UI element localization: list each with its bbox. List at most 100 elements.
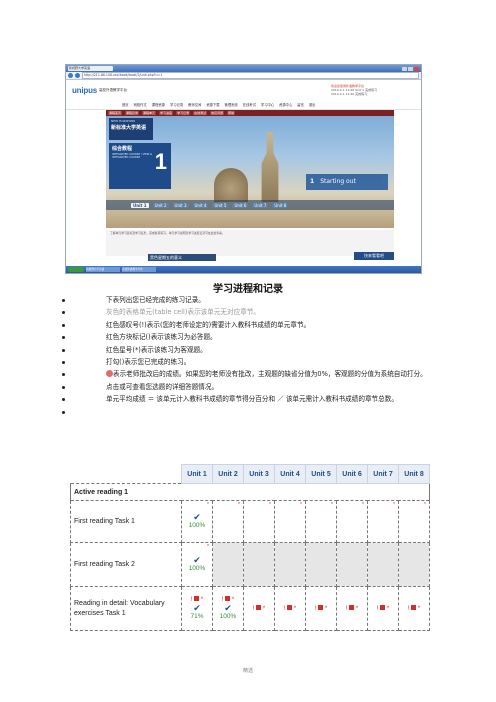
nav-item[interactable]: 首页 (122, 102, 129, 107)
nav-item[interactable]: 学习中心 (261, 102, 274, 107)
course-menu-item[interactable]: 课程单元 (142, 111, 157, 115)
nav-item[interactable]: 留言 (297, 102, 304, 107)
browser-tab[interactable]: 新视野大学英语 (68, 66, 113, 71)
required-square-icon (349, 604, 355, 610)
course-menu-item[interactable]: 帮助 (227, 111, 236, 115)
panel-number: 1 (154, 149, 167, 174)
list-item-text: 红色星号(*)表示该练习为客观题。 (106, 345, 207, 354)
back-icon[interactable] (68, 73, 73, 78)
bullet-icon (62, 336, 65, 340)
progress-table: Unit 1 Unit 2 Unit 3 Unit 4 Unit 5 Unit … (70, 464, 430, 631)
required-flags: ! * (376, 604, 390, 612)
bullet-icon (62, 385, 65, 389)
required-flags: ! * (407, 604, 421, 612)
book-name: 新标准大学英语 (111, 125, 147, 131)
score-percent: 71% (190, 613, 204, 620)
empty-cell (336, 542, 368, 587)
unit-column-header: Unit 3 (243, 464, 275, 484)
start-button[interactable] (68, 267, 84, 272)
bullet-icon (62, 323, 65, 327)
course-menu-item[interactable]: 常见问题 (210, 111, 225, 115)
list-item: 打勾()表示您已完成的练习。 (62, 356, 432, 368)
url-field[interactable]: http://211.86.108.xxx/book/book/2/unit.p… (82, 72, 419, 79)
forward-icon[interactable] (75, 73, 80, 78)
start-box[interactable]: 1 Starting out (306, 174, 388, 190)
check-icon[interactable]: ✔ (182, 513, 212, 522)
taskbar-item[interactable]: 高校外语教学平台 (122, 267, 156, 272)
objective-star-icon: * (207, 502, 209, 508)
progress-cell: * (243, 500, 275, 543)
required-square-icon (318, 604, 324, 610)
progress-cell[interactable]: ! * ✔ 71% (181, 586, 213, 631)
site-logo[interactable]: unipus (72, 86, 97, 95)
check-icon[interactable]: ✔ (182, 556, 212, 565)
table-row: Reading in detail: Vocabulary exercises … (70, 586, 430, 631)
progress-cell: * (274, 500, 306, 543)
table-row: First reading Task 2 * ✔ 100% (70, 542, 430, 587)
empty-cell (243, 542, 275, 587)
objective-star-icon: * (424, 502, 426, 508)
progress-cell[interactable]: * ✔ 100% (181, 542, 213, 587)
task-name: First reading Task 2 (70, 542, 182, 587)
site-nav: 首页 网络作文 课程资源 学习记录 教师空间 资源下载 管理系统 在线考试 学习… (66, 100, 421, 110)
unit-tab[interactable]: Unit 4 (192, 202, 209, 208)
nav-item[interactable]: 网络作文 (134, 102, 147, 107)
unit-tab[interactable]: Unit 3 (172, 202, 189, 208)
progress-cell: * (336, 500, 368, 543)
nav-item[interactable]: 在线考试 (243, 102, 256, 107)
progress-cell[interactable]: ! * ✔ 100% (212, 586, 244, 631)
doc-title: 学习进程和记录 (213, 284, 283, 295)
course-notes: 了解单元学习目标及学习任务，完成各项练习。单元学习说明及学习进度记录可在此处查看… (106, 230, 394, 256)
list-item: 单元平均成绩 ＝ 该单元计入教科书成绩的章节得分百分和 ／ 该单元需计入教科书成… (62, 393, 432, 405)
maximize-icon[interactable] (408, 66, 413, 71)
objective-star-icon: * (331, 502, 333, 508)
progress-cell: * (212, 500, 244, 543)
course-menu-item[interactable]: 课程目录 (125, 111, 140, 115)
unit-tab[interactable]: Unit 5 (212, 202, 229, 208)
unit-column-header: Unit 7 (367, 464, 399, 484)
promo-banner[interactable]: 黑色星期五的意义 (148, 254, 216, 261)
nav-item[interactable]: 课程资源 (152, 102, 165, 107)
promo-banner-right[interactable]: 快来看看吧 (354, 252, 394, 260)
user-info: 欢迎您使用外语教学平台 2014-2-1 11:00 Unit 1 完成练习 2… (331, 84, 415, 96)
taskbar-item[interactable]: 新视野大学英语 (86, 267, 120, 272)
unit-column-header: Unit 8 (398, 464, 430, 484)
bullet-icon (62, 361, 65, 365)
check-icon[interactable]: ✔ (213, 604, 243, 613)
teacher-grade-icon (106, 370, 113, 378)
course-menu-item[interactable]: 课程首页 (108, 111, 123, 115)
os-taskbar: 新视野大学英语 高校外语教学平台 (66, 266, 421, 273)
nav-item[interactable]: 资源中心 (279, 102, 292, 107)
unit-tab[interactable]: Unit 1 (131, 202, 149, 208)
course-menu-item[interactable]: 在线测试 (193, 111, 208, 115)
minimize-icon[interactable] (402, 66, 407, 71)
nav-item[interactable]: 资源下载 (206, 102, 219, 107)
nav-item[interactable]: 学习记录 (170, 102, 183, 107)
nav-item[interactable]: 退出 (309, 102, 316, 107)
window-titlebar: 新视野大学英语 (66, 65, 421, 72)
required-flags: ! * (283, 604, 297, 612)
progress-cell[interactable]: * ✔ 100% (181, 500, 213, 543)
nav-item[interactable]: 管理系统 (225, 102, 238, 107)
list-item-text: 红色方块标记()表示该练习为必答题。 (106, 333, 217, 342)
required-square-icon (256, 604, 262, 610)
unit-tab[interactable]: Unit 2 (152, 202, 169, 208)
required-flags: ! * (252, 604, 266, 612)
site-subtitle: 高校外语教学平台 (99, 87, 128, 92)
course-menu-item[interactable]: 学习进度 (159, 111, 174, 115)
embedded-screenshot: 新视野大学英语 http://211.86.108.xxx/book/book/… (65, 64, 422, 274)
bullet-icon (62, 398, 65, 402)
nav-item[interactable]: 教师空间 (188, 102, 201, 107)
check-icon[interactable]: ✔ (182, 604, 212, 613)
unit-column-header: Unit 5 (305, 464, 337, 484)
unit-tab[interactable]: Unit 7 (252, 202, 269, 208)
list-item: 红色方块标记()表示该练习为必答题。 (62, 331, 432, 343)
unit-column-header: Unit 4 (274, 464, 306, 484)
required-square-icon (225, 596, 231, 601)
list-item: 红色感叹号(!)表示(您的老师设定的)需要计入教科书成绩的单元章节。 (62, 319, 432, 331)
close-icon[interactable] (414, 66, 419, 71)
course-menu-item[interactable]: 学习记录 (176, 111, 191, 115)
unit-tab[interactable]: Unit 8 (272, 202, 289, 208)
unit-tab[interactable]: Unit 6 (232, 202, 249, 208)
page-footer: 精选 (242, 668, 253, 674)
